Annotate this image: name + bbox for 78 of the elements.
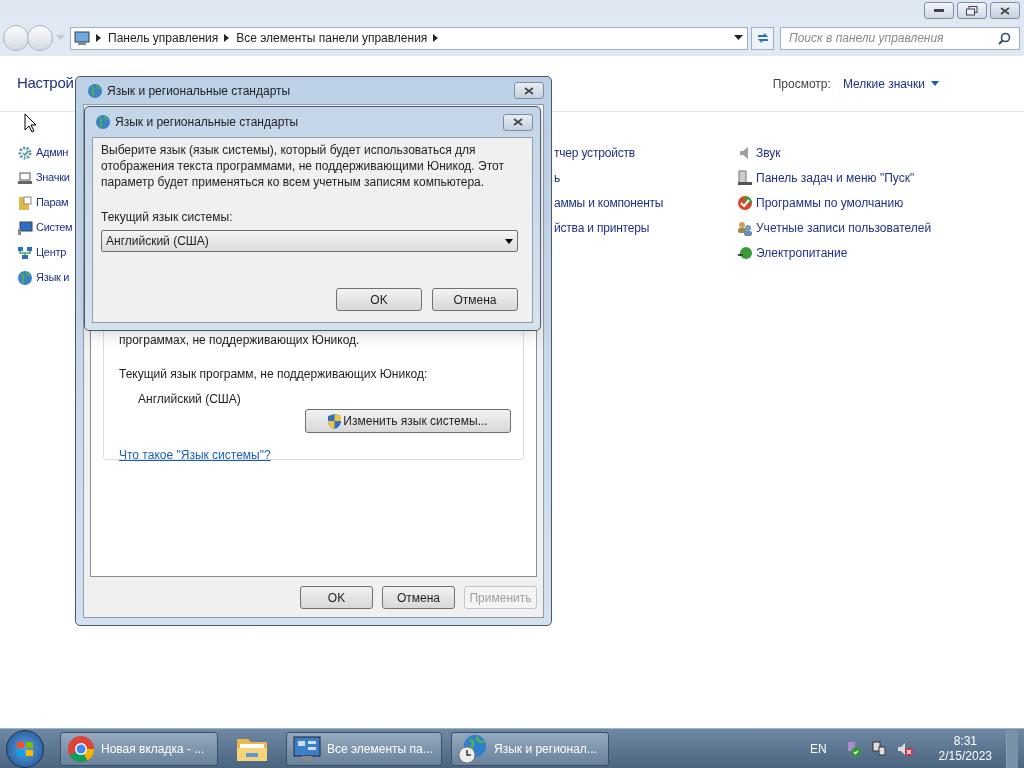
caret-icon [505,238,513,244]
taskbar-icon [737,169,753,186]
caret-icon [931,81,939,86]
input-language-indicator[interactable]: EN [809,739,827,758]
breadcrumb-item[interactable]: Все элементы панели управления [236,29,428,47]
users-icon [737,219,753,236]
dialog-button[interactable]: Отмена [382,586,455,609]
close-icon [1000,6,1010,15]
close-icon [524,86,534,95]
dialog-button[interactable]: OK [300,586,373,609]
control-panel-link[interactable]: Язык и [36,269,70,286]
dropdown-arrow-icon[interactable] [734,35,743,41]
shield-icon [328,413,342,429]
control-panel-link[interactable]: Электропитание [756,243,848,262]
windows-logo-icon [16,740,34,757]
change-system-locale-button[interactable]: Изменить язык системы... [305,409,511,433]
search-icon [998,31,1011,45]
dialog-button[interactable]: Отмена [432,288,518,311]
group-text: программах, не поддерживающих Юникод. [119,332,361,349]
refresh-button[interactable] [751,26,774,50]
help-link[interactable]: Что такое "Язык системы"? [119,446,511,464]
chevron-right-icon [96,34,102,42]
chevron-right-icon[interactable] [433,34,440,42]
minimize-icon [934,8,944,13]
chrome-icon [67,734,95,763]
control-panel-icon [74,31,90,45]
clock-date[interactable]: 2/15/2023 [938,748,992,764]
network-icon [17,244,33,261]
laptop-icon [17,169,33,186]
view-dropdown[interactable]: Мелкие значки [842,74,939,93]
close-button[interactable] [503,113,533,131]
language-dropdown[interactable]: Английский (США) [101,230,518,252]
window-title: Язык и региональные стандарты [107,82,291,100]
control-panel-link[interactable]: Центр [36,244,66,261]
globe-clock-icon [458,733,488,764]
folder-icon [17,194,33,211]
network-icon[interactable] [870,740,887,757]
description-text: Выберите язык (язык системы), который будет использоваться для отображения текста программами, не поддерживающими Юникод. Этот параметр будет применяться ко всем учетным записям компьютера. [101,142,505,190]
control-panel-link[interactable]: Админ [36,144,69,161]
window-title: Язык и региональные стандарты [115,114,299,131]
control-panel-link[interactable]: Учетные записи пользователей [756,218,932,237]
address-bar[interactable]: Панель управления Все элементы панели управления [70,26,748,50]
gear-icon [17,144,33,161]
restore-button[interactable] [957,2,987,19]
control-panel-link[interactable]: Значки [36,169,70,186]
clock-time[interactable]: 8:31 [953,733,977,749]
minimize-button[interactable] [924,2,954,19]
control-panel-link[interactable]: Парам [36,194,69,211]
view-label: Просмотр: [772,75,831,93]
control-panel-link[interactable]: ь [554,168,561,187]
close-icon [513,118,523,126]
current-language-value: Английский (США) [137,391,242,408]
cursor-icon [24,113,38,133]
start-button[interactable] [6,729,44,768]
control-panel-link[interactable]: тчер устройств [554,143,635,162]
close-button[interactable] [514,82,544,99]
page-heading: Настрой [17,73,74,94]
globe-icon [87,82,103,99]
control-panel-link[interactable]: Систем [36,219,73,236]
globe-icon [95,114,111,130]
search-field[interactable]: Поиск в панели управления [780,26,1020,50]
system-language-label: Текущий язык системы: [101,209,234,226]
control-panel-link[interactable]: Программы по умолчанию [756,193,904,212]
close-button[interactable] [990,2,1020,19]
control-panel-link[interactable]: Звук [756,143,781,162]
restore-icon [966,5,978,16]
control-panel-link[interactable]: йства и принтеры [554,218,650,237]
control-panel-link[interactable]: аммы и компоненты [554,193,664,212]
control-panel-link[interactable]: Панель задач и меню "Пуск" [756,168,915,187]
chevron-right-icon [224,34,231,42]
current-language-label: Текущий язык программ, не поддерживающих Юникод: [119,366,429,383]
check-circle-icon [737,194,753,211]
breadcrumb-item[interactable]: Панель управления [108,29,219,47]
dialog-button[interactable]: OK [336,288,422,311]
refresh-icon [755,32,770,44]
globe-icon [17,269,33,286]
control-panel-icon [293,735,321,762]
monitor-icon [17,219,33,236]
